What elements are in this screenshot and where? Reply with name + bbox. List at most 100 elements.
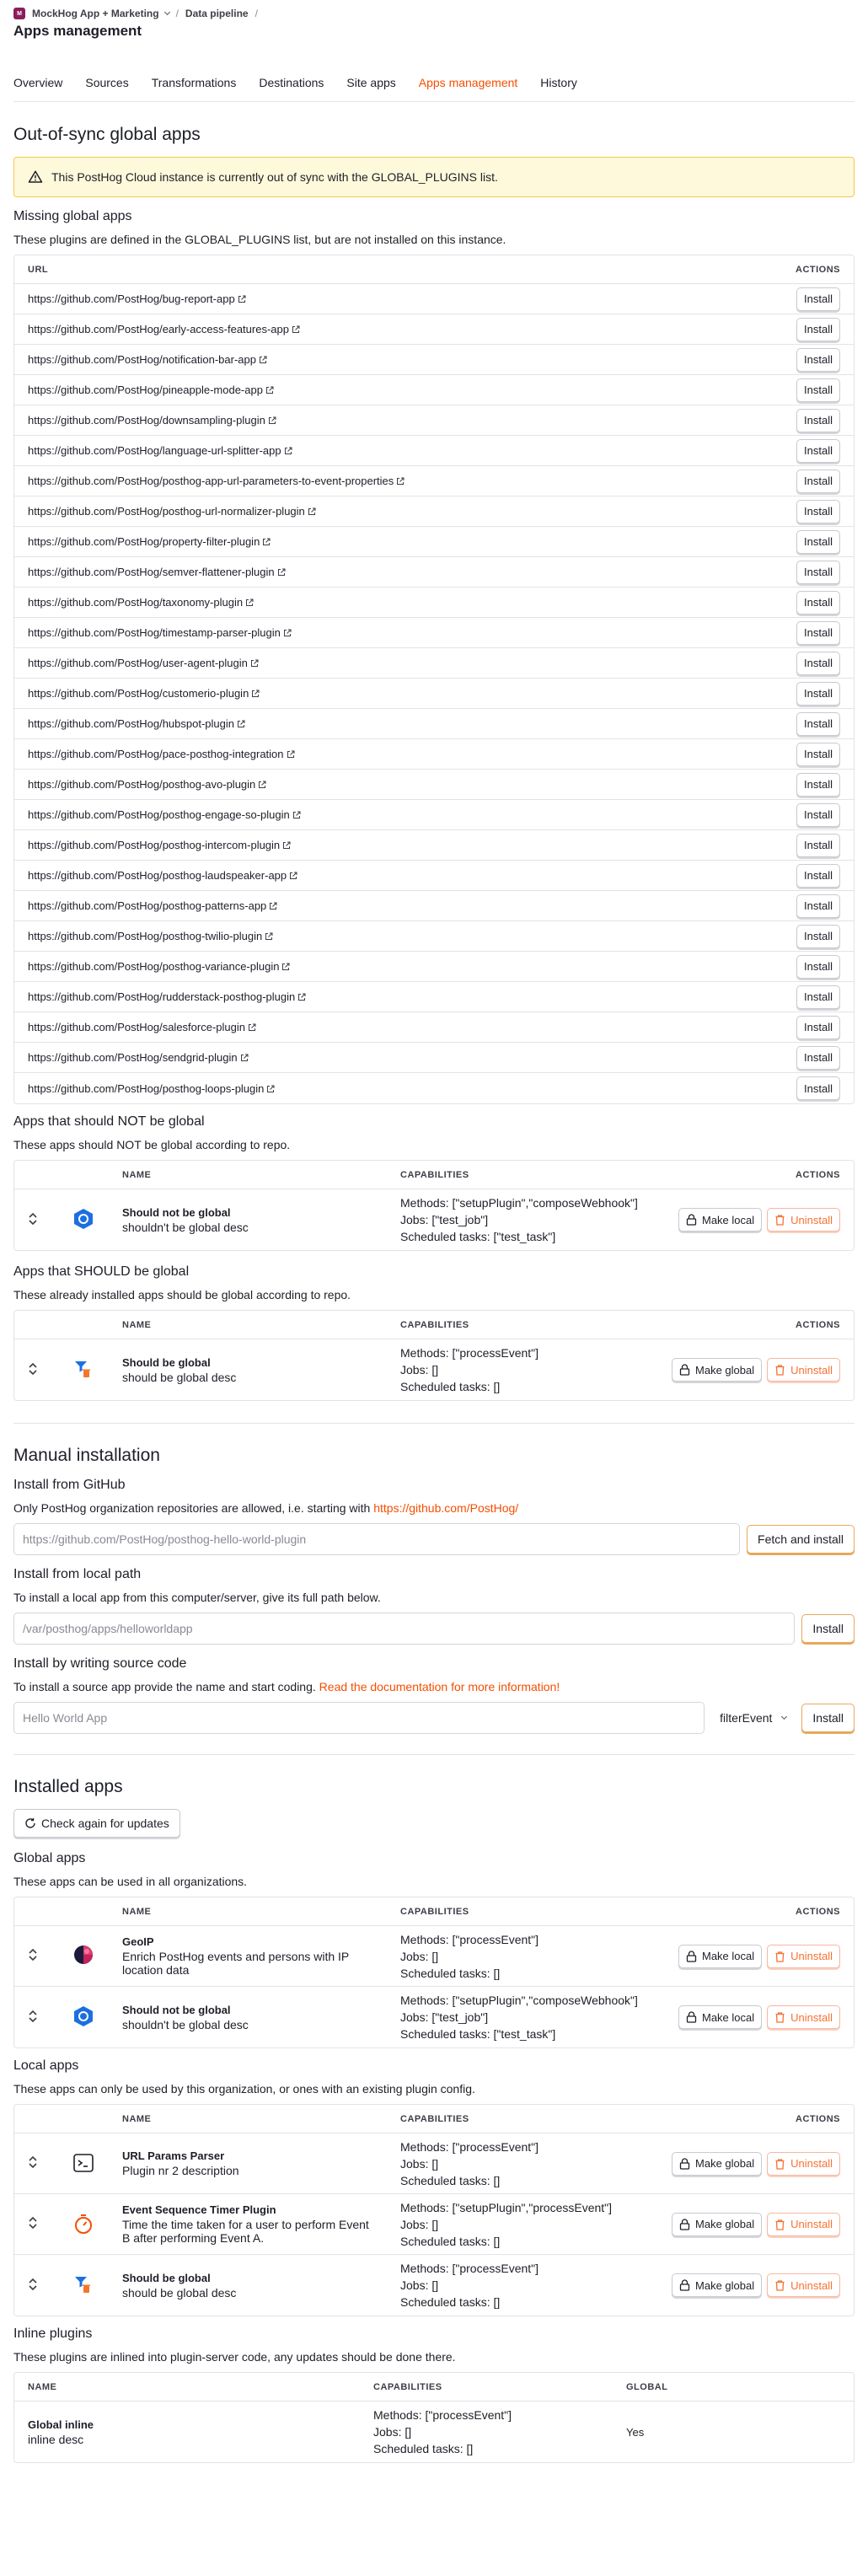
uninstall-button[interactable]: Uninstall [767,1208,840,1232]
uninstall-button[interactable]: Uninstall [767,2151,840,2176]
tab-overview[interactable]: Overview [13,73,76,102]
plugin-url-link[interactable]: https://github.com/PostHog/sendgrid-plug… [28,1051,238,1064]
install-local-button[interactable]: Install [801,1614,855,1643]
local-path-input[interactable] [13,1613,796,1645]
plugin-url-link[interactable]: https://github.com/PostHog/posthog-lauds… [28,869,287,882]
fetch-and-install-button[interactable]: Fetch and install [747,1525,855,1554]
reorder-icon[interactable] [28,2216,38,2232]
global-apps-title: Global apps [13,1851,86,1865]
plugin-url-link[interactable]: https://github.com/PostHog/pineapple-mod… [28,384,263,396]
make-global-button[interactable]: Make global [672,2212,763,2236]
install-button[interactable]: Install [796,378,840,402]
install-button[interactable]: Install [796,833,840,857]
install-button[interactable]: Install [796,863,840,888]
make-global-button[interactable]: Make global [672,1358,763,1382]
install-button[interactable]: Install [796,347,840,372]
chevron-down-icon[interactable] [163,8,170,15]
tab-apps-management[interactable]: Apps management [419,73,532,102]
plugin-url-link[interactable]: https://github.com/PostHog/posthog-loops… [28,1082,264,1095]
plugin-url-link[interactable]: https://github.com/PostHog/pace-posthog-… [28,748,284,760]
install-button[interactable]: Install [796,590,840,614]
install-button[interactable]: Install [796,1045,840,1070]
plugin-url-link[interactable]: https://github.com/PostHog/posthog-twili… [28,930,262,942]
tab-destinations[interactable]: Destinations [259,73,337,102]
plugin-url-link[interactable]: https://github.com/PostHog/posthog-url-n… [28,505,305,518]
plugin-url-link[interactable]: https://github.com/PostHog/customerio-pl… [28,687,249,700]
install-source-button[interactable]: Install [801,1704,855,1732]
install-button[interactable]: Install [796,711,840,736]
install-button[interactable]: Install [796,438,840,463]
install-button[interactable]: Install [796,469,840,493]
source-type-select[interactable]: filterEvent [711,1702,795,1734]
plugin-url-link[interactable]: https://github.com/PostHog/posthog-engag… [28,808,290,821]
table-row: https://github.com/PostHog/rudderstack-p… [14,982,854,1012]
install-button[interactable]: Install [796,529,840,554]
plugin-url-link[interactable]: https://github.com/PostHog/posthog-inter… [28,839,280,851]
reorder-icon[interactable] [28,1948,38,1964]
tab-history[interactable]: History [540,73,591,102]
install-button[interactable]: Install [796,317,840,341]
install-button[interactable]: Install [796,620,840,645]
uninstall-button[interactable]: Uninstall [767,2273,840,2297]
check-updates-button[interactable]: Check again for updates [13,1809,180,1838]
uninstall-button[interactable]: Uninstall [767,1944,840,1968]
tab-sources[interactable]: Sources [85,73,142,102]
install-button[interactable]: Install [796,408,840,432]
tab-site-apps[interactable]: Site apps [346,73,409,102]
uninstall-button[interactable]: Uninstall [767,2212,840,2236]
plugin-url-link[interactable]: https://github.com/PostHog/posthog-avo-p… [28,778,255,791]
install-button[interactable]: Install [796,560,840,584]
make-local-button[interactable]: Make local [678,1944,763,1968]
plugin-url-link[interactable]: https://github.com/PostHog/posthog-app-u… [28,475,394,487]
lock-icon [679,1364,690,1376]
install-button[interactable]: Install [796,772,840,797]
uninstall-button[interactable]: Uninstall [767,1358,840,1382]
install-button[interactable]: Install [796,742,840,766]
plugin-url-link[interactable]: https://github.com/PostHog/property-filt… [28,535,260,548]
plugin-url-link[interactable]: https://github.com/PostHog/notification-… [28,353,256,366]
plugin-url-link[interactable]: https://github.com/PostHog/early-access-… [28,323,289,335]
org-badge[interactable]: M [13,8,25,19]
source-app-name-input[interactable] [13,1702,705,1734]
plugin-url-link[interactable]: https://github.com/PostHog/posthog-patte… [28,899,266,912]
install-button[interactable]: Install [796,954,840,979]
install-button[interactable]: Install [796,985,840,1009]
breadcrumb-section[interactable]: Data pipeline [185,8,249,19]
plugin-url-link[interactable]: https://github.com/PostHog/language-url-… [28,444,281,457]
install-button[interactable]: Install [796,924,840,948]
github-org-link[interactable]: https://github.com/PostHog/ [373,1501,518,1515]
install-button[interactable]: Install [796,651,840,675]
col-actions: ACTIONS [643,2105,854,2133]
make-global-button[interactable]: Make global [672,2151,763,2176]
reorder-icon[interactable] [28,2278,38,2294]
make-local-button[interactable]: Make local [678,1208,763,1232]
install-button[interactable]: Install [796,499,840,523]
install-button[interactable]: Install [796,1015,840,1039]
reorder-icon[interactable] [28,1362,38,1378]
reorder-icon[interactable] [28,2010,38,2026]
plugin-url-link[interactable]: https://github.com/PostHog/rudderstack-p… [28,990,295,1003]
plugin-url-link[interactable]: https://github.com/PostHog/hubspot-plugi… [28,717,234,730]
plugin-url-link[interactable]: https://github.com/PostHog/salesforce-pl… [28,1021,245,1033]
github-url-input[interactable] [13,1523,741,1555]
install-button[interactable]: Install [796,681,840,706]
install-button[interactable]: Install [796,1076,840,1100]
plugin-url-link[interactable]: https://github.com/PostHog/posthog-varia… [28,960,279,973]
plugin-url-link[interactable]: https://github.com/PostHog/user-agent-pl… [28,657,248,669]
install-button[interactable]: Install [796,802,840,827]
install-button[interactable]: Install [796,287,840,311]
plugin-url-link[interactable]: https://github.com/PostHog/downsampling-… [28,414,265,427]
plugin-url-link[interactable]: https://github.com/PostHog/semver-flatte… [28,566,275,578]
make-global-button[interactable]: Make global [672,2273,763,2297]
documentation-link[interactable]: Read the documentation for more informat… [319,1680,560,1693]
plugin-url-link[interactable]: https://github.com/PostHog/timestamp-par… [28,626,281,639]
plugin-url-link[interactable]: https://github.com/PostHog/bug-report-ap… [28,292,235,305]
uninstall-button[interactable]: Uninstall [767,2005,840,2029]
make-local-button[interactable]: Make local [678,2005,763,2029]
tab-transformations[interactable]: Transformations [152,73,250,102]
plugin-url-link[interactable]: https://github.com/PostHog/taxonomy-plug… [28,596,243,609]
install-button[interactable]: Install [796,894,840,918]
reorder-icon[interactable] [28,2155,38,2171]
reorder-icon[interactable] [28,1212,38,1228]
breadcrumb-project[interactable]: MockHog App + Marketing [32,8,159,19]
